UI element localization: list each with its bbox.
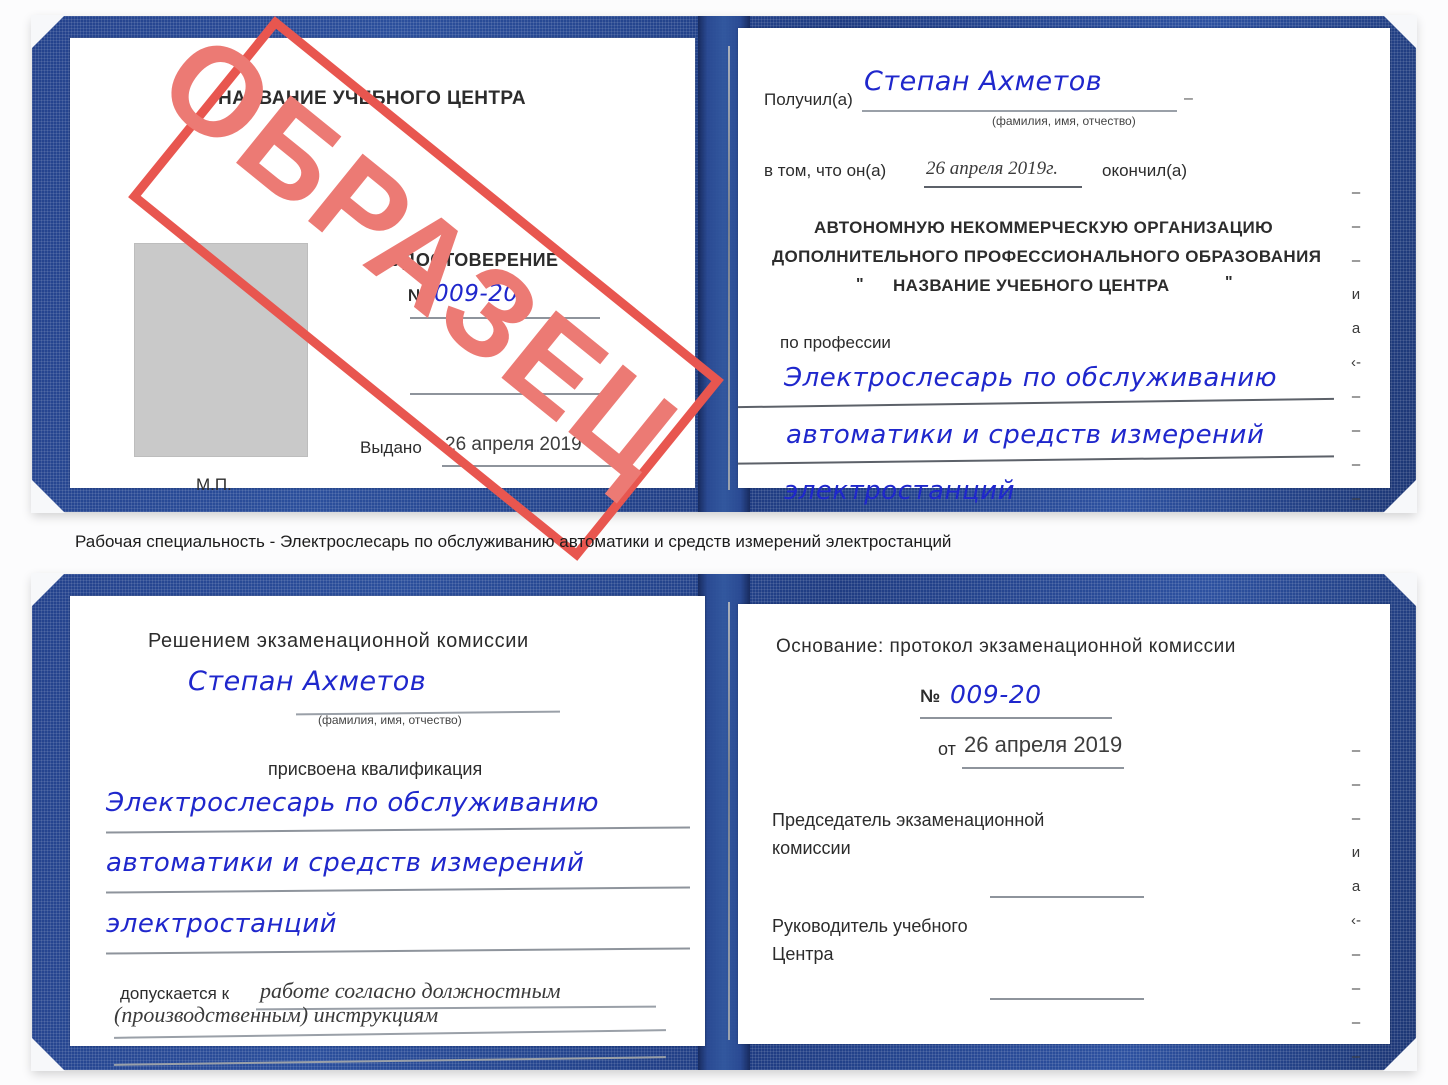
- admitted-rule-3: [114, 1056, 666, 1066]
- margin-mark: –: [1351, 388, 1361, 405]
- chairman-line-1: Председатель экзаменационной: [772, 810, 1045, 830]
- qualification-label: присвоена квалификация: [268, 759, 483, 779]
- back-fold-line: [728, 602, 730, 1040]
- protocol-date-value: 26 апреля 2019: [964, 732, 1123, 757]
- cover-corner-top-left: [31, 15, 65, 49]
- protocol-number-label: №: [920, 686, 941, 706]
- cover-corner-bottom-left: [31, 479, 65, 513]
- completion-rule: [924, 186, 1082, 188]
- margin-mark: –: [1351, 810, 1361, 827]
- front-fold-line: [728, 46, 730, 490]
- margin-mark: –: [1351, 184, 1361, 201]
- document-title: УДОСТОВЕРЕНИЕ: [392, 250, 559, 270]
- profession-line-2: автоматики и средств измерений: [786, 420, 1265, 450]
- that-he-label: в том, что он(а): [764, 161, 887, 180]
- profession-rule-1: [738, 397, 1334, 408]
- qualification-line-1: Электрослесарь по обслуживанию: [106, 788, 600, 818]
- received-rule: [862, 110, 1177, 112]
- front-left-page: НАЗВАНИЕ УЧЕБНОГО ЦЕНТРА УДОСТОВЕРЕНИЕ №…: [70, 38, 695, 494]
- protocol-date-rule: [962, 767, 1124, 769]
- decision-heading: Решением экзаменационной комиссии: [148, 630, 529, 652]
- cover-corner-top-left: [31, 573, 65, 607]
- profession-line-3: электростанций: [784, 476, 1016, 506]
- back-name-hint: (фамилия, имя, отчество): [318, 713, 462, 727]
- finished-label: окончил(а): [1102, 161, 1187, 180]
- admitted-value-1: работе согласно должностным: [260, 978, 561, 1003]
- margin-mark: –: [1351, 1048, 1361, 1065]
- head-line-2: Центра: [772, 944, 834, 964]
- received-dash: –: [1184, 90, 1193, 107]
- qualification-rule-3: [106, 947, 690, 955]
- front-margin-marks: – – – и а ‹- – – – –: [1344, 176, 1368, 516]
- number-value: 009-20: [434, 281, 519, 307]
- front-right-page: Получил(а) Степан Ахметов (фамилия, имя,…: [738, 28, 1390, 506]
- certificate-front-booklet: НАЗВАНИЕ УЧЕБНОГО ЦЕНТРА УДОСТОВЕРЕНИЕ №…: [31, 15, 1417, 513]
- protocol-number-value: 009-20: [950, 680, 1042, 709]
- received-label: Получил(а): [764, 90, 853, 109]
- margin-mark: и: [1351, 286, 1361, 303]
- head-signature-rule: [990, 998, 1144, 1000]
- number-rule: [410, 317, 600, 319]
- basis-label: Основание: протокол экзаменационной коми…: [776, 636, 1236, 657]
- center-name-heading: НАЗВАНИЕ УЧЕБНОГО ЦЕНТРА: [218, 88, 526, 109]
- back-margin-marks: – – – и а ‹- – – – –: [1344, 734, 1368, 1074]
- blank-rule-1: [410, 393, 605, 395]
- chairman-line-2: комиссии: [772, 838, 851, 858]
- back-name: Степан Ахметов: [188, 666, 427, 697]
- admitted-rule-2: [114, 1029, 666, 1039]
- certificate-back-booklet: Решением экзаменационной комиссии Степан…: [31, 573, 1417, 1071]
- margin-mark: –: [1351, 776, 1361, 793]
- profession-line-1: Электрослесарь по обслуживанию: [784, 363, 1278, 393]
- issued-rule: [442, 465, 612, 467]
- profession-label: по профессии: [780, 333, 891, 352]
- margin-mark: –: [1351, 742, 1361, 759]
- profession-rule-2: [738, 455, 1334, 465]
- back-right-page: Основание: протокол экзаменационной коми…: [738, 604, 1390, 1044]
- certificate-sample-page: НАЗВАНИЕ УЧЕБНОГО ЦЕНТРА УДОСТОВЕРЕНИЕ №…: [0, 0, 1448, 1085]
- cover-corner-bottom-left: [31, 1037, 65, 1071]
- received-hint: (фамилия, имя, отчество): [992, 114, 1136, 128]
- margin-mark: –: [1351, 1014, 1361, 1031]
- margin-mark: –: [1351, 946, 1361, 963]
- margin-mark: ‹-: [1351, 354, 1361, 371]
- margin-mark: а: [1351, 320, 1361, 337]
- number-label: №: [408, 286, 427, 305]
- margin-mark: –: [1351, 218, 1361, 235]
- org-line-3: НАЗВАНИЕ УЧЕБНОГО ЦЕНТРА: [893, 276, 1170, 295]
- org-quote-open: ": [856, 276, 864, 293]
- margin-mark: –: [1351, 980, 1361, 997]
- cover-corner-top-right: [1383, 573, 1417, 607]
- margin-mark: ‹-: [1351, 912, 1361, 929]
- back-left-page: Решением экзаменационной комиссии Степан…: [70, 596, 705, 1066]
- completion-date: 26 апреля 2019г.: [926, 158, 1058, 179]
- issued-label: Выдано: [360, 438, 422, 457]
- qualification-line-3: электростанций: [106, 909, 338, 939]
- head-line-1: Руководитель учебного: [772, 916, 968, 936]
- margin-mark: –: [1351, 456, 1361, 473]
- protocol-number-rule: [920, 717, 1112, 719]
- org-line-1: АВТОНОМНУЮ НЕКОММЕРЧЕСКУЮ ОРГАНИЗАЦИЮ: [814, 218, 1274, 237]
- margin-mark: и: [1351, 844, 1361, 861]
- chairman-signature-rule: [990, 896, 1144, 898]
- qualification-line-2: автоматики и средств измерений: [106, 848, 585, 878]
- margin-mark: –: [1351, 490, 1361, 507]
- qualification-rule-2: [106, 886, 690, 894]
- photo-placeholder: [134, 243, 308, 457]
- qualification-rule-1: [106, 826, 690, 834]
- caption-text: Рабочая специальность - Электрослесарь п…: [75, 532, 952, 551]
- org-line-2: ДОПОЛНИТЕЛЬНОГО ПРОФЕССИОНАЛЬНОГО ОБРАЗО…: [772, 247, 1322, 266]
- margin-mark: а: [1351, 878, 1361, 895]
- received-name: Степан Ахметов: [864, 66, 1103, 97]
- margin-mark: –: [1351, 422, 1361, 439]
- admitted-label: допускается к: [120, 984, 230, 1003]
- org-quote-close: ": [1225, 274, 1233, 291]
- protocol-date-label: от: [938, 739, 956, 759]
- issued-date: 26 апреля 2019: [445, 434, 582, 455]
- margin-mark: –: [1351, 252, 1361, 269]
- admitted-value-2: (производственным) инструкциям: [114, 1002, 439, 1027]
- seal-label: М.П.: [196, 475, 232, 494]
